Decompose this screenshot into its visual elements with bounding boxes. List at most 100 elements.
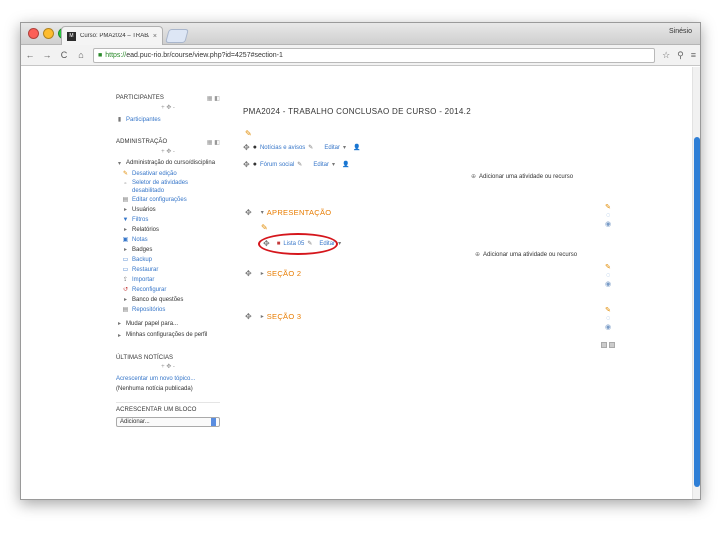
reload-icon[interactable]: C [59,50,69,60]
admin-item-usuarios[interactable]: ▸ Usuários [122,205,220,215]
move-icon[interactable]: ✥ [243,160,250,169]
add-circle-icon: ⊕ [471,174,477,180]
close-window-button[interactable] [28,28,39,39]
address-bar[interactable]: ■ https://ead.puc-rio.br/course/view.php… [93,47,656,63]
new-tab-button[interactable] [165,29,189,43]
course-title: PMA2024 - TRABALHO CONCLUSAO DE CURSO - … [243,107,471,116]
grades-icon: ▣ [122,237,129,243]
remove-section-button[interactable] [609,342,615,348]
page-scrollbar[interactable] [692,67,700,499]
add-activity-link-0[interactable]: ⊕ Adicionar uma atividade ou recurso [471,173,573,181]
bookmark-star-icon[interactable]: ☆ [662,50,670,61]
switch-role-item[interactable]: ▸ Mudar papel para... [116,319,220,329]
admin-item-restaurar[interactable]: ▭ Restaurar [122,265,220,275]
lock-icon: ■ [98,51,103,59]
dropdown-caret-icon[interactable]: ▾ [343,144,346,151]
admin-item-reconfigurar[interactable]: ↺ Reconfigurar [122,285,220,295]
repository-icon: ▤ [122,307,129,313]
url-path: ead.puc-rio.br/course/view.php?id=4257#s… [126,51,283,59]
edit-menu-link[interactable]: Editar [324,145,340,151]
block-dock-controls[interactable]: ▦ ◧ [207,139,220,146]
add-section-button[interactable] [601,342,607,348]
participants-block: PARTICIPANTES ▦ ◧ + ✥ - ▮ Participantes [116,95,220,125]
section-collapsed-icon[interactable]: ▸ [261,313,264,320]
browser-window: M Curso: PMA2024 – TRABA × Sinésio ← → C… [20,22,701,500]
block-move-controls[interactable]: + ✥ - [116,363,220,370]
section-collapsed-icon[interactable]: ▸ [261,270,264,277]
edit-title-pencil-icon[interactable]: ✎ [308,144,313,151]
edit-menu-link[interactable]: Editar [319,241,335,247]
block-move-controls[interactable]: + ✥ - [116,148,220,155]
block-move-controls[interactable]: + ✥ - [116,104,220,111]
add-activity-link-1[interactable]: ⊕ Adicionar uma atividade ou recurso [475,251,577,259]
move-icon[interactable]: ✥ [243,143,250,152]
home-icon[interactable]: ⌂ [76,50,86,60]
section-2-controls: ✎ ◌ ◉ [605,263,611,288]
edit-section-pencil-icon[interactable]: ✎ [261,223,268,232]
admin-item-filtros[interactable]: ▼ Filtros [122,215,220,225]
section-3-controls: ✎ ◌ ◉ [605,306,611,331]
forward-icon[interactable]: → [42,50,52,60]
browser-user-name[interactable]: Sinésio [669,28,692,35]
forum-icon: ● [252,161,257,168]
assignment-icon: ■ [276,240,281,247]
admin-item-importar[interactable]: ⇪ Importar [122,275,220,285]
add-block-select[interactable]: Adicionar... [116,417,220,427]
group-mode-icon[interactable]: 👤 [342,161,349,168]
move-icon[interactable]: ✥ [263,239,270,248]
highlight-bulb-icon[interactable]: ◌ [606,272,610,279]
add-topic-link[interactable]: Acrescentar um novo tópico... [116,374,220,384]
edit-title-pencil-icon[interactable]: ✎ [297,161,302,168]
dropdown-caret-icon[interactable]: ▾ [332,161,335,168]
block-dock-controls[interactable]: ▦ ◧ [207,95,220,102]
admin-block: ADMINISTRAÇÃO ▦ ◧ + ✥ - ▾ Administração … [116,139,220,341]
move-icon[interactable]: ✥ [245,269,252,278]
admin-item-badges[interactable]: ▸ Badges [122,245,220,255]
visibility-eye-icon[interactable]: ◉ [605,323,611,331]
admin-item-seletor[interactable]: ▫ Seletor de atividades desabilitado [122,179,220,195]
bullet-icon: ▫ [124,181,127,187]
edit-summary-pencil-icon[interactable]: ✎ [245,129,252,138]
admin-root-item[interactable]: ▾ Administração do curso/disciplina [116,159,220,169]
scrollbar-thumb[interactable] [694,137,700,487]
no-news-text: (Nenhuma notícia publicada) [116,386,193,392]
my-profile-settings-item[interactable]: ▸ Minhas configurações de perfil [116,331,220,341]
filter-icon: ▼ [122,217,129,223]
visibility-eye-icon[interactable]: ◉ [605,220,611,228]
news-block-title: ÚLTIMAS NOTÍCIAS [116,355,174,361]
edit-pencil-icon[interactable]: ✎ [605,306,611,314]
move-icon[interactable]: ✥ [245,312,252,321]
edit-menu-link[interactable]: Editar [313,162,329,168]
page-content: PARTICIPANTES ▦ ◧ + ✥ - ▮ Participantes … [21,67,700,499]
admin-item-repositorios[interactable]: ▤ Repositórios [122,305,220,315]
highlight-bulb-icon[interactable]: ◌ [606,212,610,219]
tab-close-icon[interactable]: × [153,33,157,40]
visibility-eye-icon[interactable]: ◉ [605,280,611,288]
admin-item-backup[interactable]: ▭ Backup [122,255,220,265]
admin-item-editar-config[interactable]: ▤ Editar configurações [122,195,220,205]
section-count-controls [601,342,615,348]
edit-title-pencil-icon[interactable]: ✎ [307,240,312,247]
minimize-window-button[interactable] [43,28,54,39]
highlight-bulb-icon[interactable]: ◌ [606,315,610,322]
admin-item-desativar-edicao[interactable]: ✎ Desativar edição [122,169,220,179]
group-mode-icon[interactable]: 👤 [353,144,360,151]
activity-row-noticias: ✥ ● Notícias e avisos ✎ Editar ▾ 👤 [243,143,361,152]
edit-pencil-icon[interactable]: ✎ [605,263,611,271]
admin-item-banco-questoes[interactable]: ▸ Banco de questões [122,295,220,305]
reset-icon: ↺ [122,287,129,293]
move-icon[interactable]: ✥ [245,208,252,217]
section-expanded-icon[interactable]: ▾ [261,209,264,216]
menu-icon[interactable]: ≡ [691,50,696,60]
dropdown-caret-icon[interactable]: ▾ [338,240,341,247]
collapsed-arrow-icon: ▸ [123,247,127,253]
url-scheme: https:// [105,51,127,59]
admin-item-relatorios[interactable]: ▸ Relatórios [122,225,220,235]
edit-pencil-icon[interactable]: ✎ [605,203,611,211]
search-icon[interactable]: ⚲ [677,50,684,61]
back-icon[interactable]: ← [25,50,35,60]
collapsed-arrow-icon: ▸ [123,227,127,233]
admin-item-notas[interactable]: ▣ Notas [122,235,220,245]
participants-link[interactable]: ▮ Participantes [116,115,220,125]
browser-tab[interactable]: M Curso: PMA2024 – TRABA × [61,26,163,45]
